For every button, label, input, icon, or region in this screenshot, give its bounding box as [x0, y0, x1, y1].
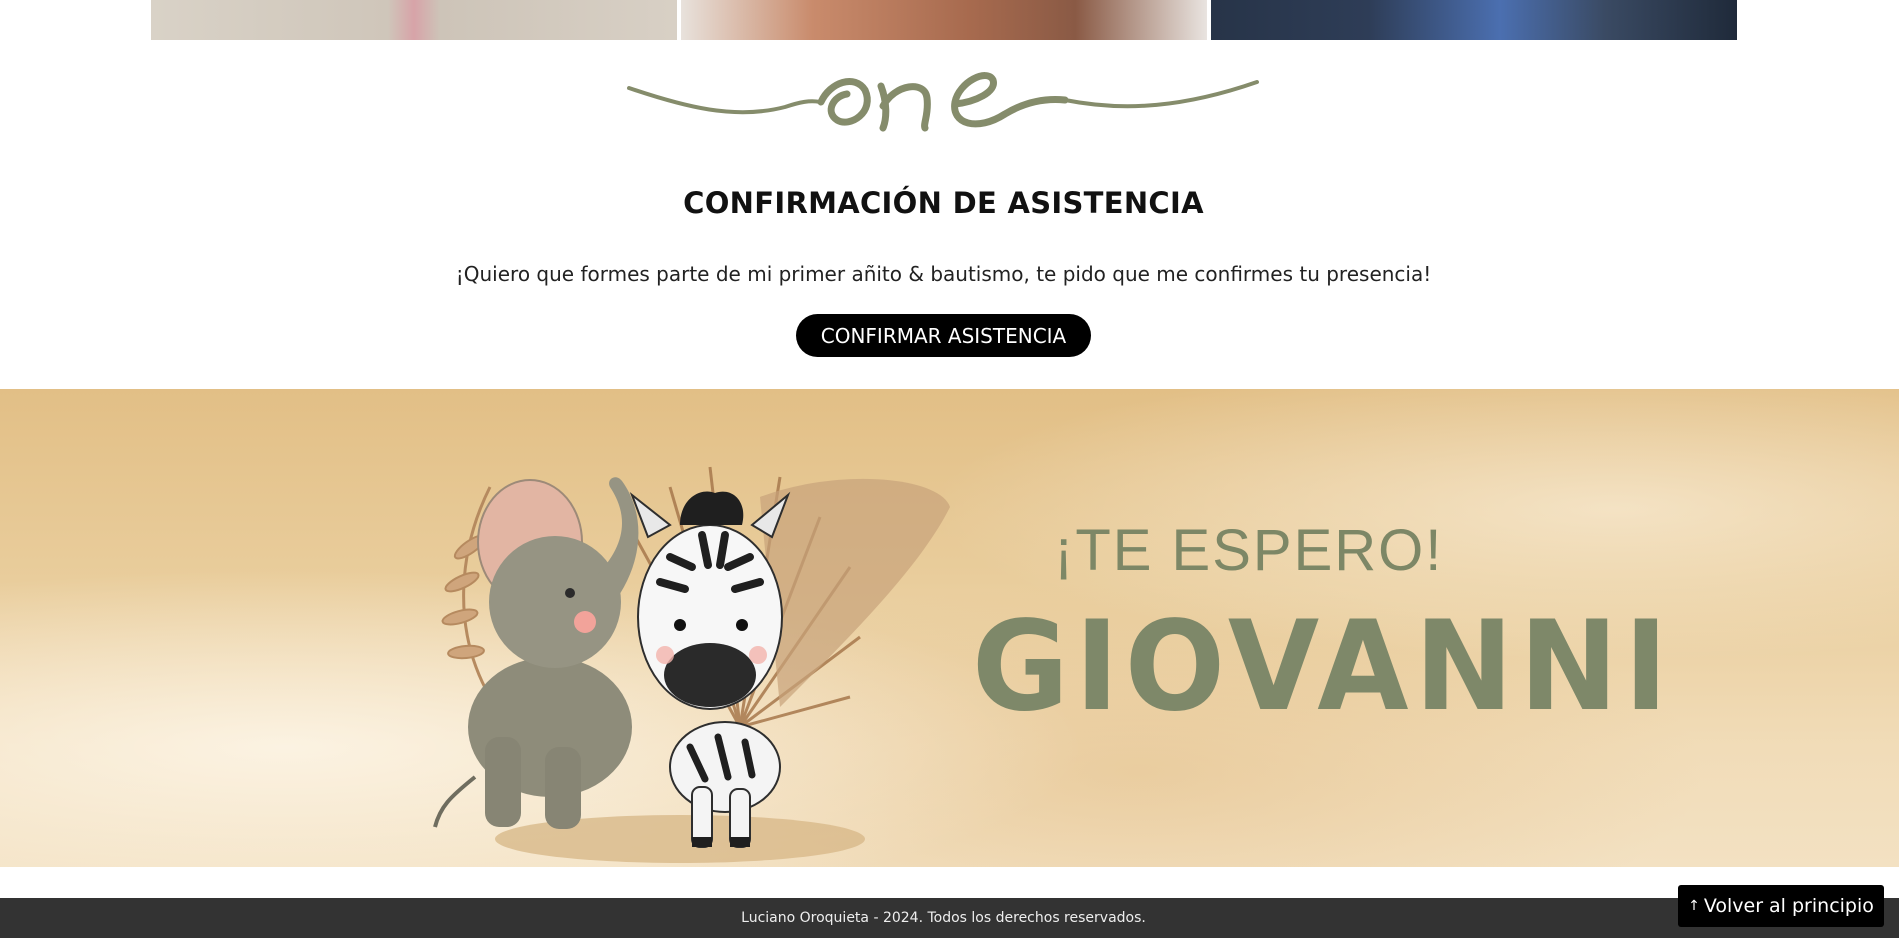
confirm-attendance-button[interactable]: CONFIRMAR ASISTENCIA: [796, 314, 1091, 357]
rsvp-message: ¡Quiero que formes parte de mi primer añ…: [455, 262, 1432, 286]
child-name: GIOVANNI: [972, 593, 1674, 739]
invitation-banner: ¡TE ESPERO! GIOVANNI: [0, 389, 1899, 867]
gallery-photo-2[interactable]: [681, 0, 1207, 40]
greeting-text: ¡TE ESPERO!: [1054, 518, 1444, 583]
photo-gallery-strip: [151, 0, 1737, 40]
footer-copyright: Luciano Oroquieta - 2024. Todos los dere…: [741, 910, 1146, 926]
back-to-top-label: Volver al principio: [1703, 895, 1874, 917]
elephant-zebra-illustration: [433, 466, 950, 863]
rsvp-title: CONFIRMACIÓN DE ASISTENCIA: [683, 186, 1204, 220]
back-to-top-button[interactable]: ↑ Volver al principio: [1678, 885, 1884, 927]
one-script-ornament: [627, 72, 1259, 132]
gallery-photo-3[interactable]: [1211, 0, 1737, 40]
gallery-photo-1[interactable]: [151, 0, 677, 40]
footer: Luciano Oroquieta - 2024. Todos los dere…: [0, 898, 1899, 938]
arrow-up-icon: ↑: [1688, 898, 1700, 914]
